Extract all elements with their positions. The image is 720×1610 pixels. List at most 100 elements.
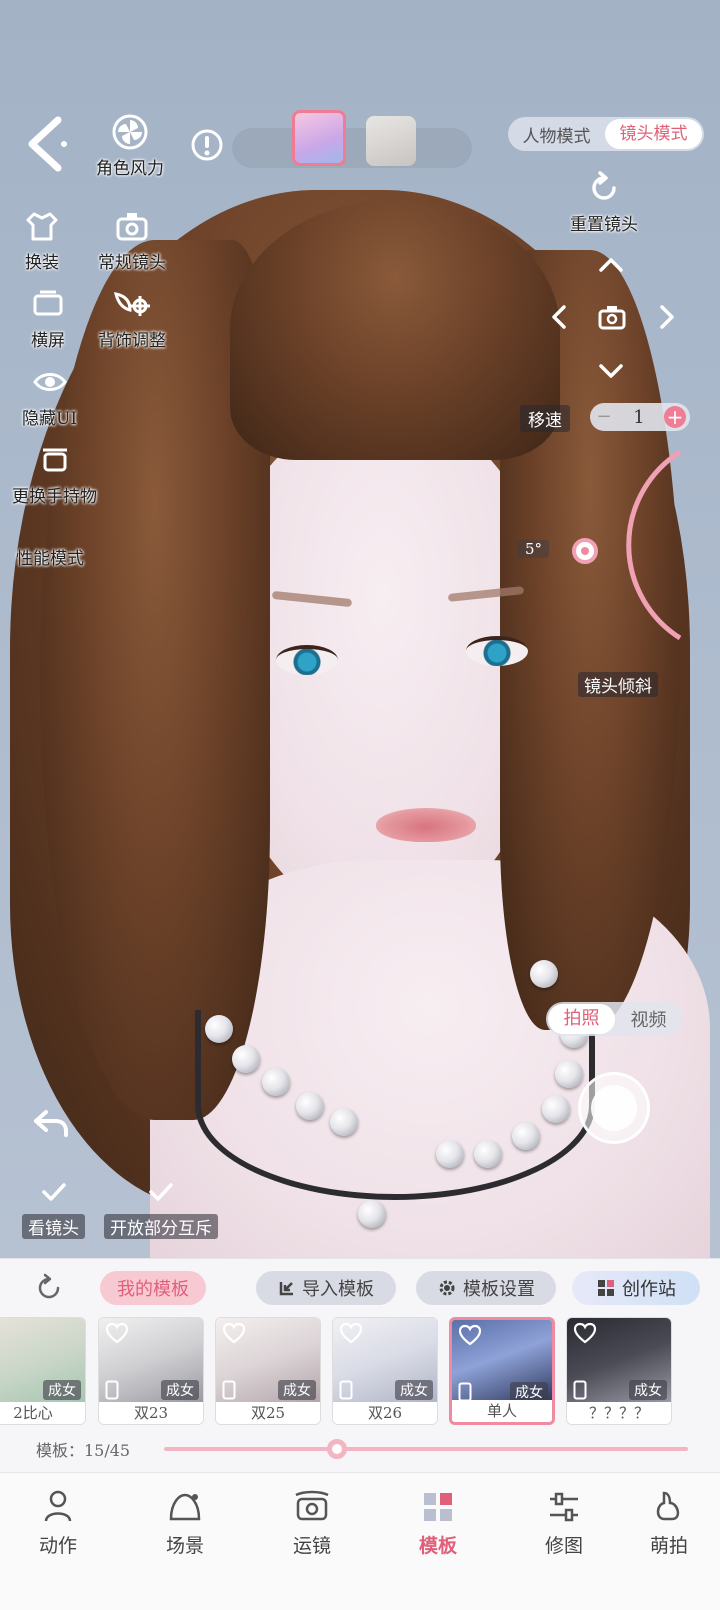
check-icon — [34, 1172, 74, 1212]
left-eye — [276, 645, 338, 675]
nav-action[interactable]: 动作 — [8, 1489, 108, 1558]
change-outfit-label: 换装 — [25, 253, 59, 273]
sliders-icon — [544, 1489, 584, 1525]
mode-character[interactable]: 人物模式 — [508, 122, 605, 147]
template-card[interactable]: 成女 单人 — [449, 1317, 555, 1425]
hide-ui-button[interactable]: 隐藏UI — [22, 362, 77, 429]
heart-icon[interactable] — [105, 1322, 129, 1344]
template-list: 成女 2比心 成女 双23 成女 双25 成女 双26 成女 单人 成女？？？？ — [0, 1317, 720, 1427]
nav-retouch[interactable]: 修图 — [514, 1489, 614, 1558]
performance-mode-label: 性能模式 — [16, 549, 84, 569]
undo-icon[interactable] — [32, 1108, 70, 1138]
gear-icon — [437, 1278, 457, 1298]
camera-icon — [112, 206, 152, 246]
template-progress-track[interactable] — [164, 1447, 688, 1451]
change-outfit-button[interactable]: 换装 — [22, 206, 62, 273]
template-tag: 成女 — [629, 1380, 667, 1400]
import-template-button[interactable]: 导入模板 — [256, 1271, 396, 1305]
character-avatar[interactable] — [366, 116, 416, 166]
template-tag: 成女 — [161, 1380, 199, 1400]
change-held-item-button[interactable]: 更换手持物 — [12, 440, 97, 507]
creation-station-label: 创作站 — [622, 1279, 676, 1300]
template-progress-label: 模板：15/45 — [36, 1441, 131, 1460]
template-settings-label: 模板设置 — [463, 1279, 535, 1300]
video-option[interactable]: 视频 — [615, 1006, 682, 1032]
camera-up-arrow-icon[interactable] — [596, 250, 626, 280]
camera-left-arrow-icon[interactable] — [544, 302, 574, 332]
bunny-icon — [650, 1489, 690, 1525]
back-ornament-label: 背饰调整 — [98, 331, 166, 351]
tilt-label: 镜头倾斜 — [578, 672, 658, 697]
nav-template[interactable]: 模板 — [388, 1489, 488, 1558]
back-icon[interactable] — [22, 114, 76, 174]
reset-camera-label: 重置镜头 — [570, 215, 638, 235]
bottom-nav: 动作 场景 运镜 模板 修图 萌拍 — [0, 1472, 720, 1610]
refresh-icon[interactable] — [34, 1273, 64, 1303]
my-templates-tab[interactable]: 我的模板 — [100, 1271, 206, 1305]
nav-camera-move[interactable]: 运镜 — [262, 1489, 362, 1558]
phone-icon — [222, 1380, 236, 1400]
creation-station-button[interactable]: 创作站 — [572, 1271, 700, 1305]
info-icon[interactable] — [190, 128, 224, 162]
pearl — [358, 1200, 386, 1228]
heart-icon[interactable] — [222, 1322, 246, 1344]
template-card[interactable]: 成女 双26 — [332, 1317, 438, 1425]
template-name: 双25 — [216, 1402, 320, 1424]
heart-icon[interactable] — [573, 1322, 597, 1344]
nav-scene[interactable]: 场景 — [135, 1489, 235, 1558]
heart-icon[interactable] — [458, 1324, 482, 1346]
pearl — [474, 1140, 502, 1168]
regular-camera-button[interactable]: 常规镜头 — [98, 206, 166, 273]
template-grid-icon — [418, 1489, 458, 1525]
template-card[interactable]: 成女 双25 — [215, 1317, 321, 1425]
pearl — [296, 1092, 324, 1120]
camera-center-icon[interactable] — [597, 303, 627, 331]
tilt-value: 5° — [518, 540, 550, 558]
template-tag: 成女 — [278, 1380, 316, 1400]
action-icon — [38, 1489, 78, 1525]
mode-switch[interactable]: 人物模式 镜头模式 — [508, 117, 704, 151]
hide-ui-label: 隐藏UI — [22, 409, 78, 429]
look-at-camera-toggle[interactable]: 看镜头 — [22, 1172, 85, 1239]
nav-cute-photo[interactable]: 萌拍 — [650, 1489, 720, 1558]
phone-icon — [573, 1380, 587, 1400]
nav-label: 动作 — [38, 1535, 77, 1557]
necklace-chain — [195, 1010, 595, 1200]
character-hair-top — [230, 200, 560, 460]
heart-icon[interactable] — [339, 1322, 363, 1344]
pearl — [542, 1095, 570, 1123]
speed-increase-button[interactable]: + — [663, 406, 686, 428]
wind-strength-button[interactable]: 角色风力 — [96, 112, 164, 179]
nav-label: 模板 — [418, 1535, 457, 1557]
speed-decrease-button[interactable]: − — [594, 407, 614, 427]
camera-right-arrow-icon[interactable] — [652, 302, 682, 332]
mode-camera[interactable]: 镜头模式 — [605, 119, 702, 149]
move-speed-stepper[interactable]: − 1 + — [590, 403, 690, 431]
eye-icon — [30, 362, 70, 402]
camera-tilt-dial[interactable] — [560, 450, 700, 640]
reset-camera-button[interactable]: 重置镜头 — [570, 168, 638, 235]
rotate-screen-icon — [28, 284, 68, 324]
import-template-label: 导入模板 — [302, 1279, 374, 1300]
performance-mode-button[interactable]: 性能模式 — [16, 542, 84, 569]
template-name: 2比心 — [0, 1402, 85, 1424]
camera-move-icon — [292, 1489, 332, 1525]
photo-option[interactable]: 拍照 — [548, 1004, 615, 1034]
capture-mode-switch[interactable]: 拍照 视频 — [546, 1002, 682, 1036]
back-ornament-button[interactable]: 背饰调整 — [98, 284, 166, 351]
template-settings-button[interactable]: 模板设置 — [416, 1271, 556, 1305]
template-progress-knob[interactable] — [326, 1439, 347, 1459]
character-selector-strip — [232, 128, 472, 168]
camera-down-arrow-icon[interactable] — [596, 356, 626, 386]
landscape-button[interactable]: 横屏 — [28, 284, 68, 351]
template-card[interactable]: 成女？？？？ — [566, 1317, 672, 1425]
character-avatar-selected[interactable] — [292, 110, 346, 166]
partial-interaction-toggle[interactable]: 开放部分互斥 — [104, 1172, 218, 1239]
shutter-button[interactable] — [578, 1072, 650, 1144]
template-tag: 成女 — [43, 1380, 81, 1400]
template-card[interactable]: 成女 2比心 — [0, 1317, 86, 1425]
template-panel: 我的模板 导入模板 模板设置 创作站 成女 2比心 成女 双23 成女 双25 成女 双26 成… — [0, 1258, 720, 1472]
template-card[interactable]: 成女 双23 — [98, 1317, 204, 1425]
import-icon — [278, 1279, 296, 1297]
phone-icon — [458, 1382, 472, 1402]
